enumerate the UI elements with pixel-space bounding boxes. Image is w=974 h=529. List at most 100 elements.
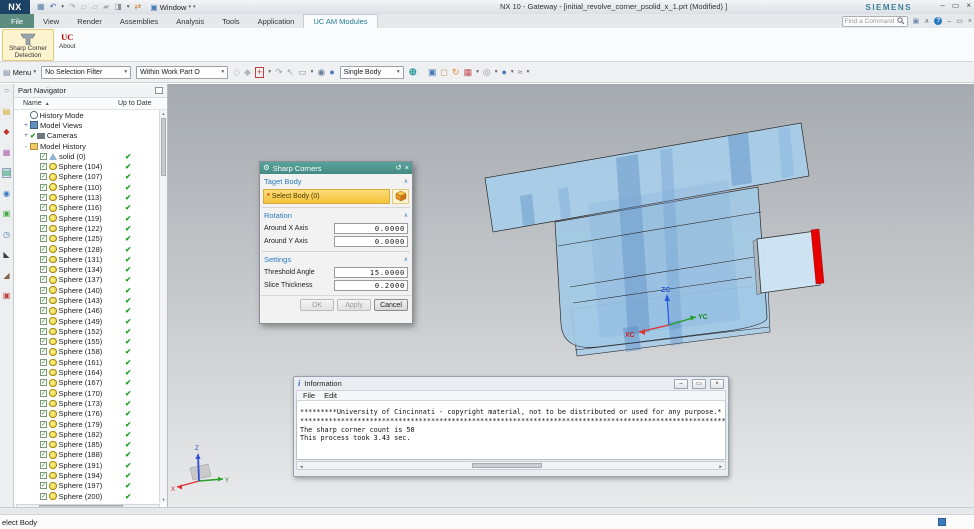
tree-item[interactable]: ✓ Sphere (146) ✔ [14,306,160,316]
tree-item[interactable]: ✓ Sphere (167) ✔ [14,378,160,388]
tree-item[interactable]: + ✔ Cameras [14,131,160,141]
close-icon[interactable]: × [405,164,409,172]
window-menu-button[interactable]: ▣ Window ▾ ▾ [150,3,195,12]
fit-window-icon[interactable]: ▣ [428,67,437,77]
cancel-button[interactable]: Cancel [374,299,408,311]
tab-application[interactable]: Application [249,14,304,28]
close-button[interactable]: × [710,378,724,389]
reuse-library-icon[interactable]: ▤ [1,168,12,178]
shaded-view-icon[interactable]: ● [501,67,506,77]
feature-checkbox[interactable]: ✓ [40,173,47,181]
part-navigator-icon[interactable]: ▦ [3,148,11,157]
tree-item[interactable]: + Model Views [14,120,160,130]
feature-checkbox[interactable]: ✓ [40,317,47,325]
feature-checkbox[interactable]: ✓ [40,235,47,243]
dialog-titlebar[interactable]: ⚙ Sharp Corners ↺ × [260,162,412,174]
feature-checkbox[interactable]: ✓ [40,194,47,202]
tree-item[interactable]: ✓ Sphere (122) ✔ [14,223,160,233]
feature-checkbox[interactable]: ✓ [40,204,47,212]
undo-caret-icon[interactable]: ▾ [61,4,64,10]
tab-uc-am-modules[interactable]: UC AM Modules [303,14,378,28]
minimize-button[interactable]: – [674,378,688,389]
tree-item[interactable]: ✓ Sphere (140) ✔ [14,285,160,295]
point-dialog-caret-icon[interactable]: ▾ [268,69,271,75]
settings-section-header[interactable]: Settings ∧ [260,252,412,266]
tree-item[interactable]: ✓ Sphere (104) ✔ [14,161,160,171]
tree-item[interactable]: ✓ Sphere (143) ✔ [14,295,160,305]
tree-expander-icon[interactable]: + [22,132,30,139]
feature-checkbox[interactable]: ✓ [40,183,47,191]
tree-item[interactable]: ✓ Sphere (149) ✔ [14,316,160,326]
shaded-view-caret-icon[interactable]: ▾ [511,69,514,75]
tree-item[interactable]: ✓ Sphere (164) ✔ [14,367,160,377]
tree-item[interactable]: ✓ solid (0) ✔ [14,151,160,161]
feature-checkbox[interactable]: ✓ [40,420,47,428]
constraint-navigator-icon[interactable]: ◆ [3,128,9,136]
minimize-button[interactable]: – [940,1,944,10]
restore-button[interactable]: ▭ [952,1,960,10]
tree-item[interactable]: ✓ Sphere (110) ✔ [14,182,160,192]
assembly-navigator-icon[interactable]: ▤ [3,107,11,116]
show-hide-icon[interactable]: ◉ [317,67,325,77]
snap-angle-icon[interactable]: ◆ [244,67,251,77]
tree-item[interactable]: ✓ Sphere (176) ✔ [14,409,160,419]
scroll-down-icon[interactable]: ▼ [160,497,167,502]
history-palette-icon[interactable]: ▣ [3,210,11,218]
tree-item[interactable]: ✓ Sphere (137) ✔ [14,275,160,285]
reset-icon[interactable]: ↺ [395,164,401,172]
tree-item[interactable]: ✓ Sphere (119) ✔ [14,213,160,223]
column-header-name[interactable]: Name ▲ [14,100,50,107]
paste-icon[interactable]: ▰ [103,3,109,11]
ribbon-pin-icon[interactable]: ▣ [913,17,920,25]
tree-item[interactable]: ✓ Sphere (200) ✔ [14,491,160,501]
around-x-axis-input[interactable]: 0.0000 [334,223,408,234]
feature-checkbox[interactable]: ✓ [40,410,47,418]
tree-item[interactable]: ✓ Sphere (182) ✔ [14,429,160,439]
body-collector-button[interactable] [392,188,409,204]
tree-item[interactable]: ✓ Sphere (188) ✔ [14,450,160,460]
feature-checkbox[interactable]: ✓ [40,163,47,171]
restore-window-icon[interactable]: ▭ [956,17,963,25]
view-layout-icon[interactable]: ▦ [464,67,473,77]
selection-filter-dropdown[interactable]: No Selection Filter ▾ [41,65,132,79]
point-dialog-icon[interactable]: + [254,66,265,78]
feature-checkbox[interactable]: ✓ [40,338,47,346]
copy-icon[interactable]: ▱ [92,3,98,11]
feature-checkbox[interactable]: ✓ [40,245,47,253]
lasso-icon[interactable]: ▭ [298,67,307,77]
feature-checkbox[interactable]: ✓ [40,348,47,356]
threshold-angle-input[interactable]: 15.0000 [334,267,408,278]
feature-checkbox[interactable]: ✓ [40,255,47,263]
target-body-section-header[interactable]: Taget Body ∧ [260,174,412,188]
render-style-caret-icon[interactable]: ▾ [495,69,498,75]
feature-checkbox[interactable]: ✓ [40,379,47,387]
feature-checkbox[interactable]: ✓ [40,369,47,377]
repeat-command-caret-icon[interactable]: ▾ [127,4,130,10]
tree-item[interactable]: ✓ Sphere (155) ✔ [14,337,160,347]
tree-item[interactable]: ✓ Sphere (116) ✔ [14,203,160,213]
web-browser-icon[interactable]: ◉ [3,189,10,198]
scrollbar-thumb[interactable] [161,118,166,176]
status-grid-icon[interactable] [938,518,946,526]
visual-effects-icon[interactable]: ≈ [518,67,523,77]
scroll-up-icon[interactable]: ▲ [160,111,167,116]
information-horizontal-scrollbar[interactable]: ◄ ► [296,461,726,470]
tree-item[interactable]: ✓ Sphere (113) ✔ [14,192,160,202]
feature-checkbox[interactable]: ✓ [40,276,47,284]
point-constructor-icon[interactable]: ⊕ [409,67,417,78]
feature-checkbox[interactable]: ✓ [40,266,47,274]
feature-checkbox[interactable]: ✓ [40,286,47,294]
clock-history-icon[interactable]: ◷ [3,230,10,239]
process-studio-icon[interactable]: ◢ [3,271,9,280]
feature-checkbox[interactable]: ✓ [40,358,47,366]
select-body-button[interactable]: * Select Body (0) [263,188,390,204]
system-materials-icon[interactable]: ◣ [3,251,9,259]
tab-file[interactable]: File [0,14,35,28]
work-body-icon[interactable]: ● [329,67,334,77]
feature-checkbox[interactable]: ✓ [40,214,47,222]
maximize-button[interactable]: ▭ [692,378,706,389]
save-icon[interactable]: ▦ [37,3,45,11]
snap-point-icon[interactable]: ◇ [233,67,240,77]
feature-checkbox[interactable]: ✓ [40,472,47,480]
around-y-axis-input[interactable]: 0.0000 [334,236,408,247]
